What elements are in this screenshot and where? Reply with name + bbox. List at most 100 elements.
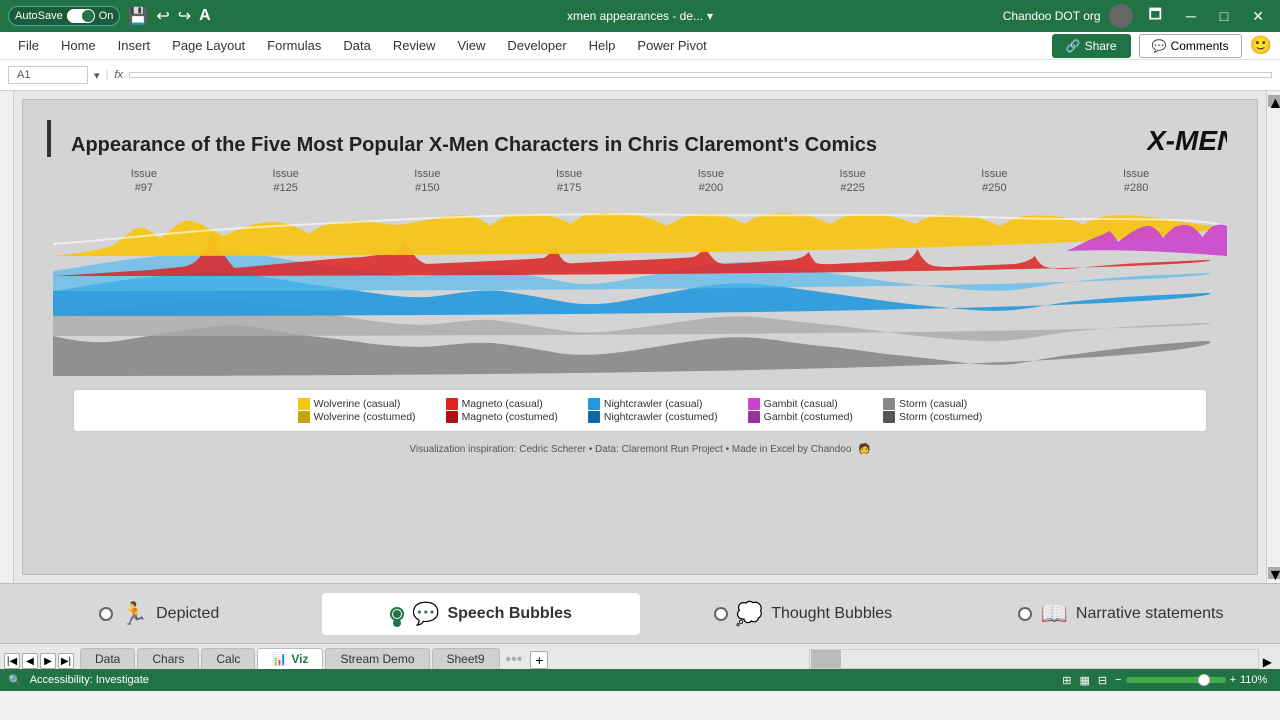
comments-button[interactable]: 💬 Comments (1139, 34, 1242, 58)
menu-review[interactable]: Review (383, 34, 446, 57)
annotation-narrative[interactable]: 📖 Narrative statements (962, 593, 1280, 635)
ribbon-toggle-button[interactable]: 🗖 (1141, 2, 1170, 30)
nightcrawler-swatch (588, 398, 600, 410)
annotation-bar: 🏃 Depicted 💬 Speech Bubbles 💭 Thought Bu… (0, 583, 1280, 643)
scrollbar-thumb[interactable] (811, 650, 841, 668)
menu-page-layout[interactable]: Page Layout (162, 34, 255, 57)
tab-stream-demo[interactable]: Stream Demo (325, 648, 429, 669)
nightcrawler-costumed-label: Nightcrawler (costumed) (604, 411, 718, 423)
formula-bar-expand[interactable]: ▾ (94, 69, 100, 82)
tab-prev-button[interactable]: ◀ (22, 653, 38, 669)
minimize-button[interactable]: ─ (1178, 6, 1204, 26)
issue-label-200: Issue#200 (698, 167, 724, 196)
zoom-thumb[interactable] (1198, 674, 1210, 686)
wolverine-costumed-swatch (298, 411, 310, 423)
menu-home[interactable]: Home (51, 34, 106, 57)
annotation-label-narrative: Narrative statements (1076, 605, 1224, 623)
menu-file[interactable]: File (8, 34, 49, 57)
issue-label-250: Issue#250 (981, 167, 1007, 196)
menu-insert[interactable]: Insert (108, 34, 161, 57)
chart-inner: Appearance of the Five Most Popular X-Me… (23, 100, 1257, 574)
issue-label-150: Issue#150 (414, 167, 440, 196)
title-bar: AutoSave On 💾 ↩ ↪ A xmen appearances - d… (0, 0, 1280, 32)
view-break-button[interactable]: ⊟ (1098, 674, 1107, 687)
chart-svg (53, 196, 1227, 376)
view-layout-button[interactable]: ▦ (1080, 674, 1090, 687)
zoom-in-button[interactable]: + (1230, 674, 1236, 686)
narrative-icon: 📖 (1040, 601, 1067, 627)
tab-chars[interactable]: Chars (137, 648, 199, 669)
vertical-scrollbar[interactable]: ▲ ▼ (1266, 91, 1280, 583)
tab-controls: ••• + (506, 651, 549, 669)
chart-credit: Visualization inspiration: Cedric Schere… (33, 440, 1247, 463)
issue-label-280: Issue#280 (1123, 167, 1149, 196)
tab-last-button[interactable]: ▶| (58, 653, 74, 669)
menu-formulas[interactable]: Formulas (257, 34, 331, 57)
menu-help[interactable]: Help (579, 34, 626, 57)
legend-magneto: Magneto (casual) Magneto (costumed) (446, 398, 558, 423)
zoom-level: 110% (1240, 674, 1272, 686)
credit-text: Visualization inspiration: Cedric Schere… (409, 444, 851, 455)
gambit-costumed-label: Gambit (costumed) (764, 411, 853, 423)
undo-icon[interactable]: ↩ (156, 6, 169, 26)
title-dropdown-icon[interactable]: ▾ (707, 9, 713, 23)
zoom-slider[interactable] (1126, 677, 1226, 683)
autosave-toggle-track (67, 9, 95, 23)
annotation-depicted[interactable]: 🏃 Depicted (0, 593, 318, 635)
chart-title: Appearance of the Five Most Popular X-Me… (47, 120, 1247, 157)
tab-next-button[interactable]: ▶ (40, 653, 56, 669)
annotation-radio-narrative[interactable] (1018, 607, 1032, 621)
scroll-down-button[interactable]: ▼ (1268, 567, 1280, 579)
zoom-control[interactable]: − + 110% (1115, 674, 1272, 686)
ribbon: File Home Insert Page Layout Formulas Da… (0, 32, 1280, 91)
maximize-button[interactable]: □ (1212, 6, 1236, 26)
issue-label-225: Issue#225 (839, 167, 865, 196)
title-bar-center: xmen appearances - de... ▾ (567, 9, 713, 23)
formula-bar-fx: fx (114, 69, 123, 81)
formula-bar-input[interactable] (129, 72, 1272, 78)
wolverine-costumed-label: Wolverine (costumed) (314, 411, 416, 423)
menu-view[interactable]: View (447, 34, 495, 57)
emoji-button[interactable]: 🙂 (1250, 35, 1272, 56)
issue-label-175: Issue#175 (556, 167, 582, 196)
status-bar: 🔍 Accessibility: Investigate ⊞ ▦ ⊟ − + 1… (0, 669, 1280, 691)
close-button[interactable]: ✕ (1244, 6, 1272, 27)
annotation-label-depicted: Depicted (156, 605, 219, 623)
view-normal-button[interactable]: ⊞ (1062, 674, 1071, 687)
tab-viz[interactable]: 📊 Viz (257, 648, 323, 669)
font-icon[interactable]: A (199, 7, 211, 25)
menu-developer[interactable]: Developer (497, 34, 576, 57)
legend-gambit: Gambit (casual) Gambit (costumed) (748, 398, 853, 423)
tab-data[interactable]: Data (80, 648, 135, 669)
add-sheet-button[interactable]: + (530, 651, 548, 669)
autosave-state: On (99, 10, 114, 22)
legend-wolverine: Wolverine (casual) Wolverine (costumed) (298, 398, 416, 423)
annotation-radio-depicted[interactable] (99, 607, 113, 621)
autosave-toggle[interactable]: AutoSave On (8, 6, 120, 26)
horizontal-scrollbar[interactable] (809, 649, 1259, 669)
scroll-up-button[interactable]: ▲ (1268, 95, 1280, 107)
annotation-thought-bubbles[interactable]: 💭 Thought Bubbles (644, 593, 962, 635)
formula-bar-name[interactable]: A1 (8, 66, 88, 84)
issue-label-125: Issue#125 (272, 167, 298, 196)
magneto-costumed-swatch (446, 411, 458, 423)
chart-svg-container (33, 196, 1247, 381)
storm-costumed-label: Storm (costumed) (899, 411, 982, 423)
autosave-toggle-dot (82, 10, 94, 22)
tab-calc[interactable]: Calc (201, 648, 255, 669)
wolverine-casual-label: Wolverine (casual) (314, 398, 401, 410)
annotation-radio-thought[interactable] (714, 607, 728, 621)
annotation-speech-bubbles[interactable]: 💬 Speech Bubbles (322, 593, 640, 635)
tab-sheet9[interactable]: Sheet9 (432, 648, 500, 669)
share-button[interactable]: 🔗 Share (1052, 34, 1131, 58)
viz-icon: 📊 (272, 652, 287, 666)
annotation-radio-speech[interactable] (390, 607, 404, 621)
scroll-right-button[interactable]: ▶ (1259, 655, 1276, 669)
issue-label-97: Issue#97 (131, 167, 157, 196)
menu-data[interactable]: Data (333, 34, 380, 57)
redo-icon[interactable]: ↪ (178, 6, 191, 26)
save-icon[interactable]: 💾 (128, 6, 148, 26)
tab-first-button[interactable]: |◀ (4, 653, 20, 669)
zoom-out-button[interactable]: − (1115, 674, 1121, 686)
menu-power-pivot[interactable]: Power Pivot (627, 34, 716, 57)
